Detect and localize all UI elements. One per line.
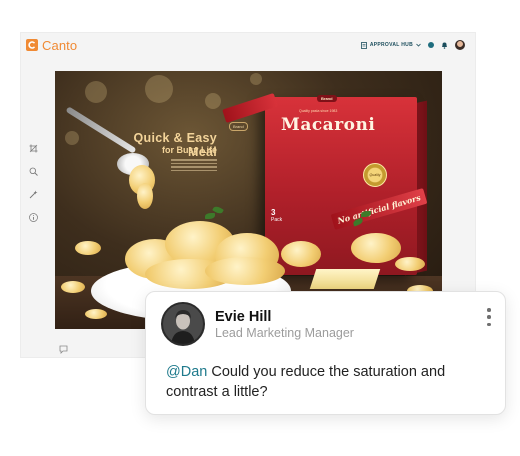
herb-leaf	[205, 213, 215, 219]
canto-logo[interactable]: Canto	[26, 38, 77, 53]
bell-icon[interactable]	[441, 41, 448, 49]
comment-avatar	[161, 302, 205, 346]
bokeh-light	[145, 75, 173, 103]
chevron-down-icon	[416, 43, 421, 47]
approval-hub-dropdown[interactable]: APPROVAL HUB	[360, 41, 421, 49]
ad-body-lines	[171, 159, 217, 173]
comment-author: Evie Hill	[215, 309, 272, 325]
status-dot-icon[interactable]	[428, 42, 434, 48]
magic-wand-icon[interactable]	[28, 189, 38, 199]
box-pack-text: Pack	[271, 216, 283, 223]
comment-message: Could you reduce the saturation and cont…	[166, 364, 446, 400]
top-bar: Canto APPROVAL HUB	[21, 33, 475, 57]
left-toolbar	[27, 143, 39, 222]
ad-brand-tag: Brand	[229, 122, 248, 131]
bokeh-light	[65, 131, 79, 145]
comment-icon[interactable]	[59, 341, 69, 354]
logo-text: Canto	[42, 37, 78, 53]
quality-seal: Quality	[363, 163, 387, 187]
mention-link[interactable]: @Dan	[166, 364, 207, 380]
more-vertical-icon[interactable]	[485, 308, 493, 326]
box-quality-text: Quality pasta since 1983	[299, 109, 338, 113]
spoon-handle	[65, 106, 137, 154]
info-icon[interactable]	[28, 212, 38, 222]
top-actions: APPROVAL HUB	[360, 40, 465, 50]
user-avatar[interactable]	[455, 40, 465, 50]
cheese-block	[309, 269, 381, 289]
canto-logo-icon	[26, 39, 38, 51]
comment-card[interactable]: Evie Hill Lead Marketing Manager @Dan Co…	[145, 291, 506, 415]
box-title: Macaroni	[281, 115, 376, 135]
bokeh-light	[250, 73, 262, 85]
box-pack-label: 3 Pack	[271, 208, 283, 223]
crop-icon[interactable]	[28, 143, 38, 153]
document-icon	[360, 41, 367, 49]
comment-body: @Dan Could you reduce the saturation and…	[166, 362, 486, 402]
bokeh-light	[205, 93, 221, 109]
box-brand-label: Brand	[317, 95, 337, 102]
approval-hub-label: APPROVAL HUB	[369, 42, 413, 48]
zoom-icon[interactable]	[28, 166, 38, 176]
comment-author-role: Lead Marketing Manager	[215, 326, 354, 340]
bokeh-light	[85, 81, 107, 103]
